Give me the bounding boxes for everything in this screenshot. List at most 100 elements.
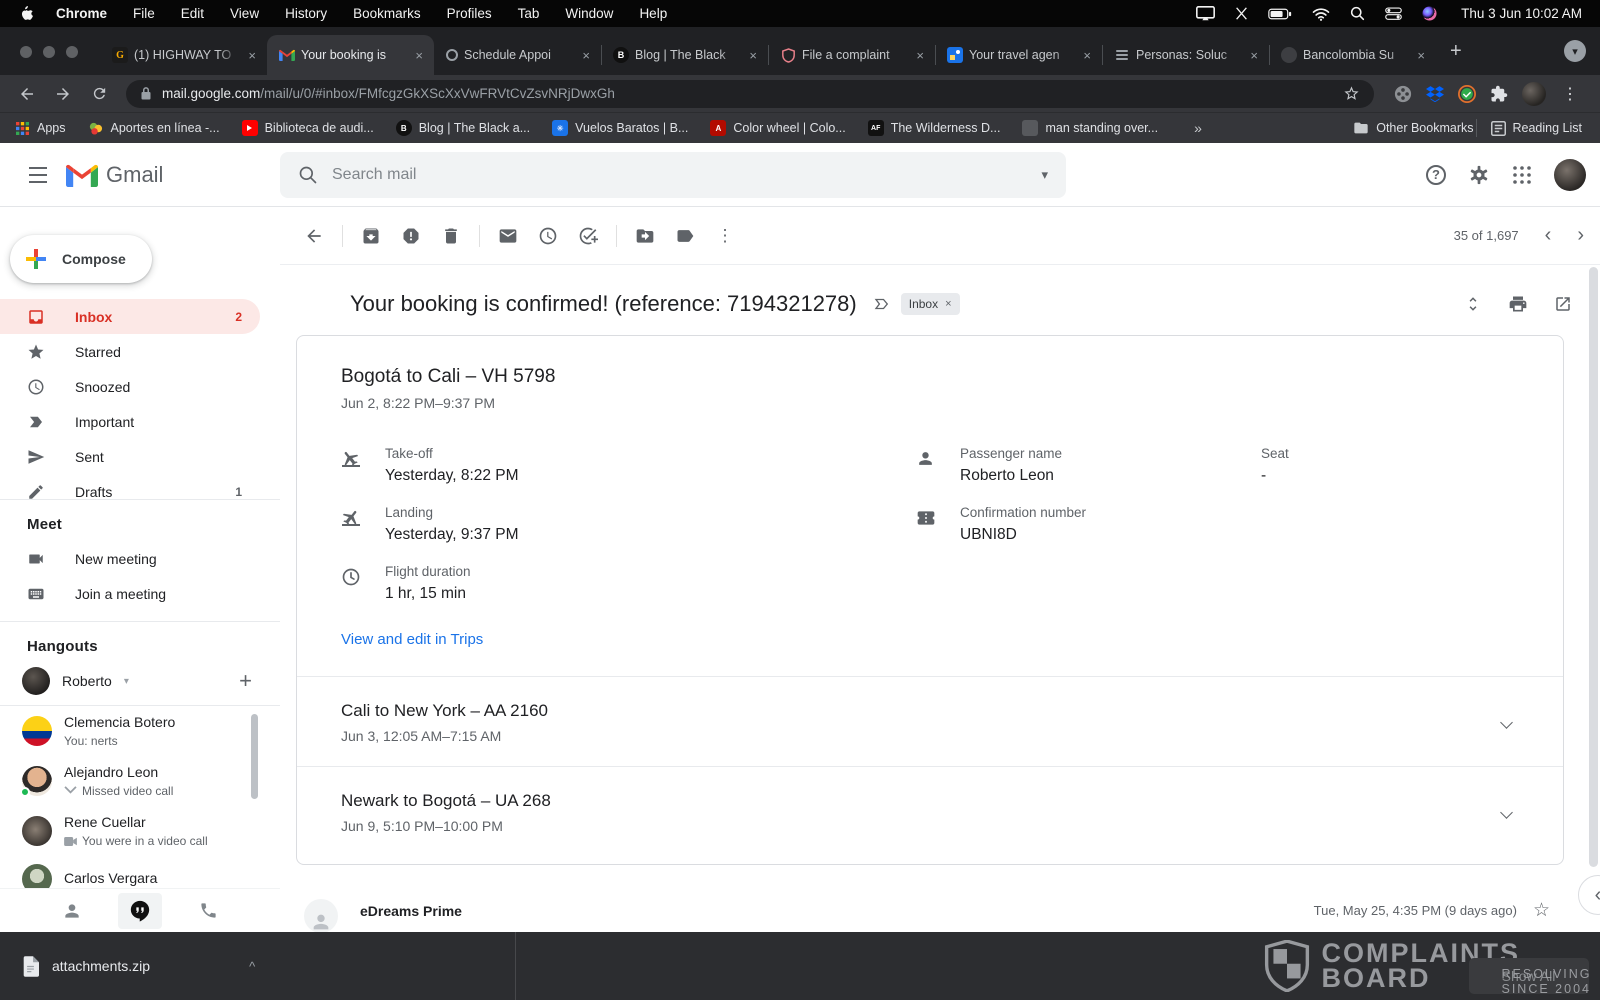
mail-scrollbar[interactable]: [1589, 267, 1598, 867]
spotlight-icon[interactable]: [1350, 6, 1365, 21]
main-menu-icon[interactable]: [14, 151, 62, 199]
gmail-logo[interactable]: Gmail: [66, 162, 163, 188]
inbox-label-chip[interactable]: Inbox ×: [901, 293, 960, 315]
google-apps-grid-icon[interactable]: [1512, 165, 1532, 185]
bookmark-apps[interactable]: Apps: [14, 120, 66, 136]
menu-edit[interactable]: Edit: [168, 6, 217, 21]
window-zoom-button[interactable]: [66, 46, 78, 58]
tab-close-icon[interactable]: ×: [245, 48, 259, 63]
tab-schedule[interactable]: Schedule Appoi ×: [434, 35, 601, 75]
menu-window[interactable]: Window: [552, 6, 626, 21]
apple-icon[interactable]: [18, 5, 33, 22]
snooze-icon[interactable]: [528, 216, 568, 256]
search-icon[interactable]: [298, 165, 318, 185]
star-message-icon[interactable]: ☆: [1533, 899, 1550, 922]
sidebar-item-snoozed[interactable]: Snoozed: [0, 369, 260, 404]
new-tab-button[interactable]: +: [1436, 32, 1476, 71]
menu-view[interactable]: View: [217, 6, 272, 21]
back-icon[interactable]: [12, 79, 42, 109]
download-options-caret-icon[interactable]: ^: [249, 959, 255, 974]
tab-complaint[interactable]: File a complaint ×: [768, 35, 935, 75]
remove-label-icon[interactable]: ×: [945, 298, 951, 310]
menu-tab[interactable]: Tab: [505, 6, 553, 21]
back-to-inbox-icon[interactable]: [294, 216, 334, 256]
bookmark-vuelos[interactable]: ✳ Vuelos Baratos | B...: [552, 120, 688, 136]
menu-file[interactable]: File: [120, 6, 168, 21]
sidebar-item-starred[interactable]: Starred: [0, 334, 260, 369]
contact-clemencia[interactable]: Clemencia Botero You: nerts: [0, 706, 280, 756]
bookmark-biblioteca[interactable]: Biblioteca de audi...: [242, 120, 374, 136]
phone-tab-icon[interactable]: [186, 893, 230, 929]
bookmark-man-standing[interactable]: man standing over...: [1022, 120, 1158, 136]
bluetooth-off-icon[interactable]: [1235, 6, 1248, 21]
sidebar-item-join-meeting[interactable]: Join a meeting: [0, 576, 260, 611]
view-in-trips-link[interactable]: View and edit in Trips: [341, 631, 1519, 648]
download-item[interactable]: attachments.zip ^: [0, 956, 255, 977]
search-options-caret-icon[interactable]: ▾: [1041, 167, 1048, 183]
tab-close-icon[interactable]: ×: [746, 48, 760, 63]
search-bar[interactable]: ▾: [280, 152, 1066, 198]
tab-highway[interactable]: G (1) HIGHWAY TO ×: [100, 35, 267, 75]
battery-icon[interactable]: [1268, 8, 1292, 20]
open-in-new-icon[interactable]: [1554, 295, 1572, 313]
bookmark-color-wheel[interactable]: A Color wheel | Colo...: [710, 120, 845, 136]
bookmark-wilderness[interactable]: AF The Wilderness D...: [868, 120, 1001, 136]
tab-personas[interactable]: Personas: Soluc ×: [1102, 35, 1269, 75]
extension-reel-icon[interactable]: [1394, 85, 1412, 103]
browser-profile-avatar[interactable]: [1522, 82, 1546, 106]
important-marker-icon[interactable]: [873, 295, 891, 313]
extensions-puzzle-icon[interactable]: [1490, 85, 1508, 103]
sidebar-item-inbox[interactable]: Inbox 2: [0, 299, 260, 334]
help-icon[interactable]: ?: [1426, 165, 1446, 185]
newer-email-icon[interactable]: ‹: [1545, 224, 1552, 247]
sender-name[interactable]: eDreams Prime: [360, 903, 462, 919]
move-to-icon[interactable]: [625, 216, 665, 256]
hangouts-tab-icon[interactable]: [118, 893, 162, 929]
url-bar[interactable]: mail.google.com/mail/u/0/#inbox/FMfcgzGk…: [126, 80, 1374, 108]
bookmark-blog[interactable]: B Blog | The Black a...: [396, 120, 530, 136]
control-center-icon[interactable]: [1385, 7, 1402, 20]
delete-icon[interactable]: [431, 216, 471, 256]
tab-close-icon[interactable]: ×: [1247, 48, 1261, 63]
report-spam-icon[interactable]: [391, 216, 431, 256]
dropbox-icon[interactable]: [1426, 86, 1444, 102]
labels-icon[interactable]: [665, 216, 705, 256]
sidebar-item-drafts[interactable]: Drafts 1: [0, 474, 260, 499]
expand-all-icon[interactable]: [1464, 295, 1482, 313]
hangouts-user[interactable]: Roberto ▾ +: [0, 663, 280, 705]
compose-button[interactable]: Compose: [10, 235, 152, 283]
menu-bookmarks[interactable]: Bookmarks: [340, 6, 434, 21]
flight-segment-2[interactable]: Cali to New York – AA 2160 Jun 3, 12:05 …: [341, 677, 1519, 766]
menu-help[interactable]: Help: [626, 6, 680, 21]
other-bookmarks[interactable]: Other Bookmarks: [1353, 121, 1473, 135]
tab-travel-agency[interactable]: Your travel agen ×: [935, 35, 1102, 75]
menu-chrome[interactable]: Chrome: [43, 6, 120, 21]
bookmarks-overflow-icon[interactable]: »: [1194, 120, 1202, 136]
account-avatar[interactable]: [1554, 159, 1586, 191]
archive-icon[interactable]: [351, 216, 391, 256]
browser-menu-icon[interactable]: ⋮: [1560, 84, 1580, 104]
tab-close-icon[interactable]: ×: [579, 48, 593, 63]
tab-close-icon[interactable]: ×: [412, 48, 426, 63]
tab-bancolombia[interactable]: Bancolombia Su ×: [1269, 35, 1436, 75]
more-options-icon[interactable]: ⋮: [705, 216, 745, 256]
add-to-tasks-icon[interactable]: [568, 216, 608, 256]
bookmark-aportes[interactable]: Aportes en línea -...: [88, 120, 220, 136]
wifi-icon[interactable]: [1312, 7, 1330, 21]
forward-icon[interactable]: [48, 79, 78, 109]
tab-blog[interactable]: B Blog | The Black ×: [601, 35, 768, 75]
contact-rene[interactable]: Rene Cuellar You were in a video call: [0, 806, 280, 856]
sidebar-item-important[interactable]: Important: [0, 404, 260, 439]
screen-mirroring-icon[interactable]: [1196, 6, 1215, 21]
reading-list[interactable]: Reading List: [1491, 121, 1583, 136]
reload-icon[interactable]: [84, 79, 114, 109]
tab-close-icon[interactable]: ×: [1414, 48, 1428, 63]
tab-your-booking[interactable]: Your booking is ×: [267, 35, 434, 75]
sidebar-item-new-meeting[interactable]: New meeting: [0, 541, 260, 576]
search-input[interactable]: [332, 166, 1027, 184]
older-email-icon[interactable]: ›: [1577, 224, 1584, 247]
extension-globe-icon[interactable]: [1458, 85, 1476, 103]
contact-alejandro[interactable]: Alejandro Leon Missed video call: [0, 756, 280, 806]
menu-history[interactable]: History: [272, 6, 340, 21]
downloads-tray-icon[interactable]: ▾: [1564, 40, 1586, 62]
